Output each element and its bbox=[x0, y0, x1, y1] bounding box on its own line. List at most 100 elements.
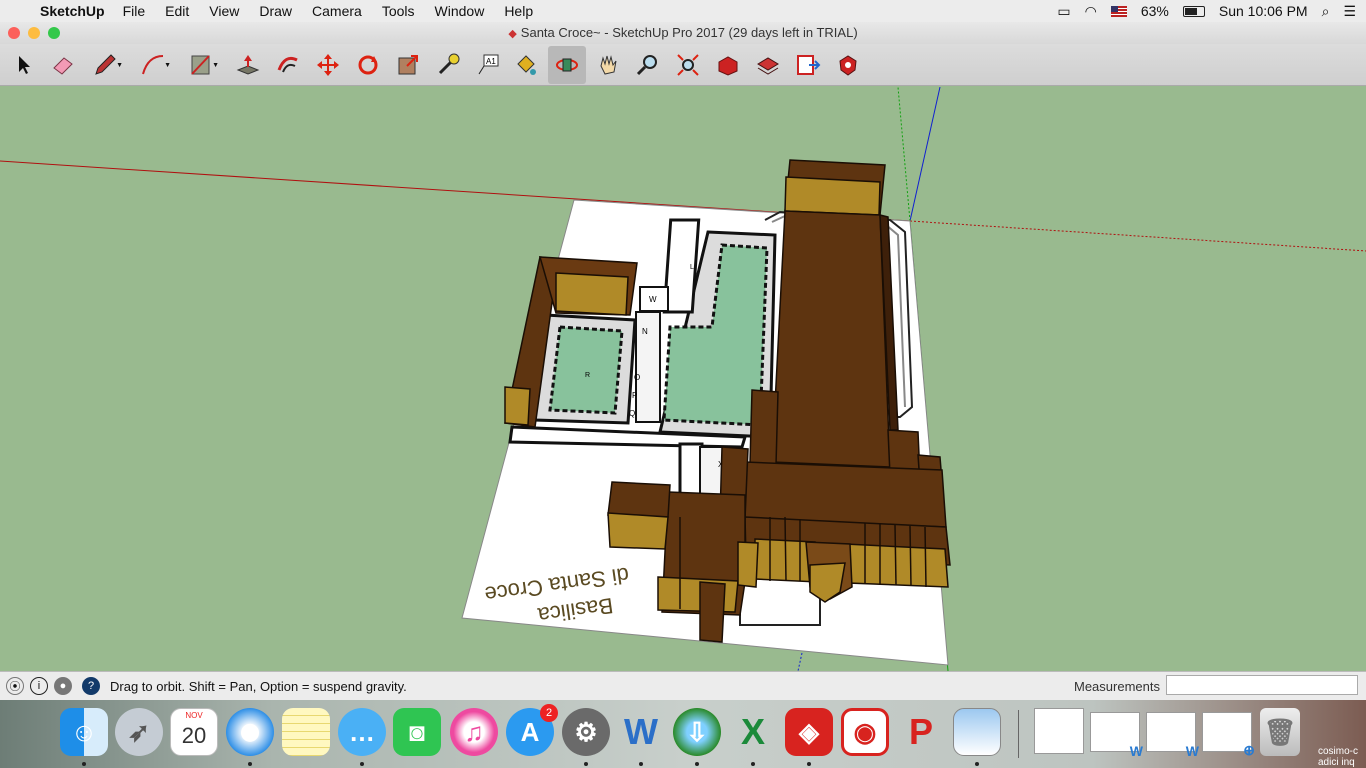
line-tool-button[interactable]: ▼ bbox=[86, 46, 124, 84]
arc-tool-button[interactable]: ▼ bbox=[134, 46, 172, 84]
menu-window[interactable]: Window bbox=[435, 3, 485, 19]
help-icon[interactable]: ? bbox=[82, 677, 100, 695]
menu-tools[interactable]: Tools bbox=[382, 3, 415, 19]
status-bar: ⦿ i ● ? Drag to orbit. Shift = Pan, Opti… bbox=[0, 671, 1366, 700]
eraser-icon bbox=[53, 57, 73, 75]
share-model-icon bbox=[757, 57, 779, 75]
airplay-icon[interactable]: ▭ bbox=[1057, 3, 1070, 20]
menu-draw[interactable]: Draw bbox=[259, 3, 292, 19]
select-tool-button[interactable] bbox=[5, 46, 43, 84]
eraser-tool-button[interactable] bbox=[44, 46, 82, 84]
layout-icon[interactable]: ◉ bbox=[841, 708, 889, 756]
system-preferences-icon[interactable]: ⚙ bbox=[562, 708, 610, 756]
document-thumbnail-1[interactable] bbox=[1034, 708, 1084, 754]
status-hint-text: Drag to orbit. Shift = Pan, Option = sus… bbox=[110, 678, 407, 694]
window-title: Santa Croce~ - SketchUp Pro 2017 (29 day… bbox=[520, 25, 858, 40]
launchpad-icon[interactable]: ➶ bbox=[115, 708, 163, 756]
menu-help[interactable]: Help bbox=[504, 3, 533, 19]
chevron-down-icon[interactable]: ▼ bbox=[212, 62, 219, 69]
tape-measure-icon bbox=[438, 53, 460, 75]
zoom-magnifier-icon bbox=[636, 55, 657, 76]
chevron-down-icon[interactable]: ▼ bbox=[116, 62, 123, 69]
spotlight-search-icon[interactable]: ⌕ bbox=[1322, 3, 1330, 20]
preview-icon[interactable] bbox=[953, 708, 1001, 756]
user-account-icon[interactable]: ● bbox=[54, 677, 72, 695]
minimize-window-button[interactable] bbox=[28, 27, 40, 39]
blue-axis-line bbox=[909, 87, 941, 222]
blue-axis-dotted-line bbox=[797, 652, 803, 671]
3d-warehouse-icon bbox=[718, 56, 738, 76]
move-tool-button[interactable] bbox=[309, 46, 347, 84]
rectangle-tool-button[interactable]: ▼ bbox=[182, 46, 220, 84]
measurements-input[interactable] bbox=[1166, 675, 1358, 695]
word-badge-icon: W bbox=[1185, 743, 1199, 759]
notes-icon[interactable] bbox=[282, 708, 330, 756]
document-thumbnail-2[interactable]: W bbox=[1090, 712, 1143, 759]
battery-icon[interactable] bbox=[1182, 5, 1205, 17]
scale-icon bbox=[398, 55, 418, 75]
3d-viewport[interactable]: L W N R O P Q X Basilica di Santa Croce bbox=[0, 87, 1366, 671]
red-axis-dotted-line bbox=[909, 220, 1366, 252]
text-tool-button[interactable]: A1 bbox=[469, 46, 507, 84]
menu-camera[interactable]: Camera bbox=[312, 3, 362, 19]
zoom-tool-button[interactable] bbox=[629, 46, 667, 84]
geolocation-icon[interactable]: ⦿ bbox=[6, 677, 24, 695]
menu-bar: SketchUp File Edit View Draw Camera Tool… bbox=[0, 0, 1366, 22]
orbit-tool-button[interactable] bbox=[548, 46, 586, 84]
room-letter-p: P bbox=[632, 391, 637, 400]
text-label-icon: A1 bbox=[478, 54, 499, 75]
room-letter-n: N bbox=[642, 327, 648, 336]
battery-percentage[interactable]: 63% bbox=[1141, 3, 1169, 19]
paint-bucket-tool-button[interactable] bbox=[507, 46, 545, 84]
share-model-button[interactable] bbox=[749, 46, 787, 84]
scale-tool-button[interactable] bbox=[389, 46, 427, 84]
rotate-tool-button[interactable] bbox=[349, 46, 387, 84]
dock: ☺ ➶ NOV 20 ⊕ … ◙ ♫ A2 ⚙ W ⇩ X ◈ ◉ P W W … bbox=[0, 700, 1366, 768]
style-builder-icon[interactable]: P bbox=[897, 708, 945, 756]
document-thumbnail-3[interactable]: W bbox=[1146, 712, 1199, 759]
calendar-icon[interactable]: NOV 20 bbox=[170, 708, 218, 756]
send-to-layout-button[interactable] bbox=[789, 46, 827, 84]
zoom-window-button[interactable] bbox=[48, 27, 60, 39]
menu-edit[interactable]: Edit bbox=[165, 3, 189, 19]
close-window-button[interactable] bbox=[8, 27, 20, 39]
3d-warehouse-button[interactable] bbox=[709, 46, 747, 84]
itunes-icon[interactable]: ♫ bbox=[450, 708, 498, 756]
sketchup-icon[interactable]: ◈ bbox=[785, 708, 833, 756]
dock-separator bbox=[1018, 710, 1019, 758]
trash-icon[interactable]: 🗑 bbox=[1260, 708, 1300, 756]
push-pull-tool-button[interactable] bbox=[229, 46, 267, 84]
finder-icon[interactable]: ☺ bbox=[60, 708, 108, 756]
app-store-badge: 2 bbox=[540, 704, 558, 722]
offset-tool-button[interactable] bbox=[269, 46, 307, 84]
tape-measure-tool-button[interactable] bbox=[429, 46, 467, 84]
safari-icon[interactable]: ⊕ bbox=[226, 708, 274, 756]
clock[interactable]: Sun 10:06 PM bbox=[1219, 3, 1308, 19]
menu-file[interactable]: File bbox=[123, 3, 146, 19]
excel-icon[interactable]: X bbox=[729, 708, 777, 756]
wifi-icon[interactable]: ◠ bbox=[1085, 3, 1097, 20]
safari-badge-icon: ⊕ bbox=[1243, 742, 1255, 758]
credits-info-icon[interactable]: i bbox=[30, 677, 48, 695]
offset-icon bbox=[277, 56, 298, 73]
input-source-flag-icon[interactable] bbox=[1110, 5, 1127, 17]
network-globe-icon[interactable]: ⇩ bbox=[673, 708, 721, 756]
word-icon[interactable]: W bbox=[617, 708, 665, 756]
svg-text:A1: A1 bbox=[486, 57, 496, 66]
paint-bucket-icon bbox=[517, 55, 536, 75]
extension-warehouse-button[interactable] bbox=[829, 46, 867, 84]
facetime-icon[interactable]: ◙ bbox=[393, 708, 441, 756]
menu-view[interactable]: View bbox=[209, 3, 239, 19]
document-thumbnail-4[interactable]: ⊕ bbox=[1202, 712, 1255, 758]
app-store-icon[interactable]: A2 bbox=[506, 704, 558, 756]
app-menu[interactable]: SketchUp bbox=[40, 3, 105, 19]
orbit-icon bbox=[556, 58, 578, 72]
model-canvas: L W N R O P Q X Basilica di Santa Croce bbox=[0, 87, 1366, 671]
notification-center-icon[interactable]: ☰ bbox=[1343, 3, 1356, 20]
zoom-extents-tool-button[interactable] bbox=[669, 46, 707, 84]
chevron-down-icon[interactable]: ▼ bbox=[164, 62, 171, 69]
calendar-day: 20 bbox=[181, 723, 207, 748]
pan-tool-button[interactable] bbox=[589, 46, 627, 84]
messages-icon[interactable]: … bbox=[338, 708, 386, 756]
document-icon: ◆ bbox=[508, 28, 517, 40]
